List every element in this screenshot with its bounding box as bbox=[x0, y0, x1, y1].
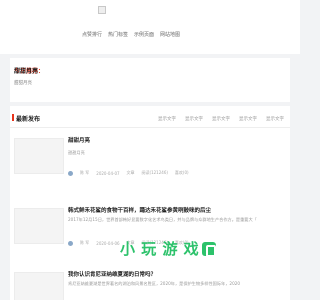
section-accent-bar bbox=[12, 114, 14, 121]
section-tab[interactable]: 显示文字 bbox=[239, 116, 257, 122]
watermark-logo-icon bbox=[202, 241, 217, 257]
post-title[interactable]: 韩式鲜禾花鲨的食物干百样，踊达禾花鲨参黄咧鼓咪的后尘 bbox=[68, 206, 211, 214]
section-header: 最新发布 显示文字 显示文字 显示文字 显示文字 显示文字 bbox=[10, 106, 290, 128]
watermark-text: 小 玩 游 戏 bbox=[120, 240, 200, 258]
post-date: 2020-04-07 bbox=[96, 170, 120, 176]
nav-item-sample-page[interactable]: 示例页面 bbox=[134, 31, 154, 39]
post-views: 阅读(121246) bbox=[141, 170, 168, 175]
post-thumbnail[interactable] bbox=[14, 138, 64, 174]
post-excerpt: 2017年12月15日，世界首部韩好显要数字化艺术鸟类日，并与品牌与众群地生产合… bbox=[68, 217, 257, 222]
nav-item-hot-tags[interactable]: 热门标签 bbox=[108, 31, 128, 39]
list-item: 甜甜月亮 甜甜月亮 陈 军 2020-04-07 文章 阅读(121246) 喜… bbox=[10, 130, 290, 186]
section-tab[interactable]: 显示文字 bbox=[266, 116, 284, 122]
post-likes: 喜欢(0) bbox=[174, 170, 189, 175]
watermark: 小 玩 游 戏 bbox=[120, 238, 217, 259]
nav-item-likes-ranking[interactable]: 点赞排行 bbox=[82, 31, 102, 39]
post-meta: 陈 军 2020-04-07 文章 阅读(121246) 喜欢(0) bbox=[68, 170, 189, 176]
post-author[interactable]: 陈 军 bbox=[80, 240, 89, 246]
section-tabs: 显示文字 显示文字 显示文字 显示文字 显示文字 bbox=[158, 116, 284, 122]
section-title: 最新发布 bbox=[16, 116, 41, 123]
author-avatar bbox=[68, 170, 73, 176]
post-excerpt: 甜甜月亮 bbox=[68, 150, 85, 155]
post-author[interactable]: 陈 军 bbox=[80, 170, 89, 176]
post-thumbnail[interactable] bbox=[14, 272, 64, 300]
post-title[interactable]: 我你认识肯尼亚纳维夏湖的日常吗？ bbox=[68, 270, 156, 278]
list-item: 我你认识肯尼亚纳维夏湖的日常吗？ 肯尼亚纳维夏湖是世界著名的湖泊和风景名胜区，2… bbox=[10, 264, 290, 300]
broken-logo-image-icon[interactable] bbox=[98, 6, 106, 14]
latest-posts-card: 最新发布 显示文字 显示文字 显示文字 显示文字 显示文字 甜甜月亮 甜甜月亮 … bbox=[10, 106, 290, 300]
today-subtitle: 甜甜月亮 bbox=[14, 81, 32, 86]
top-bar: 点赞排行 热门标签 示例页面 网站地图 bbox=[0, 0, 300, 54]
main-nav: 点赞排行 热门标签 示例页面 网站地图 bbox=[82, 31, 180, 39]
section-tab[interactable]: 显示文字 bbox=[212, 116, 230, 122]
post-category[interactable]: 文章 bbox=[127, 170, 135, 176]
post-title[interactable]: 甜甜月亮 bbox=[68, 136, 90, 144]
post-excerpt: 肯尼亚纳维夏湖是世界著名的湖泊和风景名胜区，2020年，是保护生物多样性国际年，… bbox=[68, 281, 241, 286]
today-title: 今日推荐： 甜甜月亮 bbox=[14, 66, 44, 75]
nav-item-sitemap[interactable]: 网站地图 bbox=[160, 31, 180, 39]
today-recommendation-card: 今日推荐： 甜甜月亮 甜甜月亮 bbox=[10, 58, 290, 102]
author-avatar bbox=[68, 240, 73, 246]
section-tab[interactable]: 显示文字 bbox=[185, 116, 203, 122]
post-date: 2020-04-06 bbox=[96, 240, 120, 246]
section-tab[interactable]: 显示文字 bbox=[158, 116, 176, 122]
post-thumbnail[interactable] bbox=[14, 208, 64, 244]
